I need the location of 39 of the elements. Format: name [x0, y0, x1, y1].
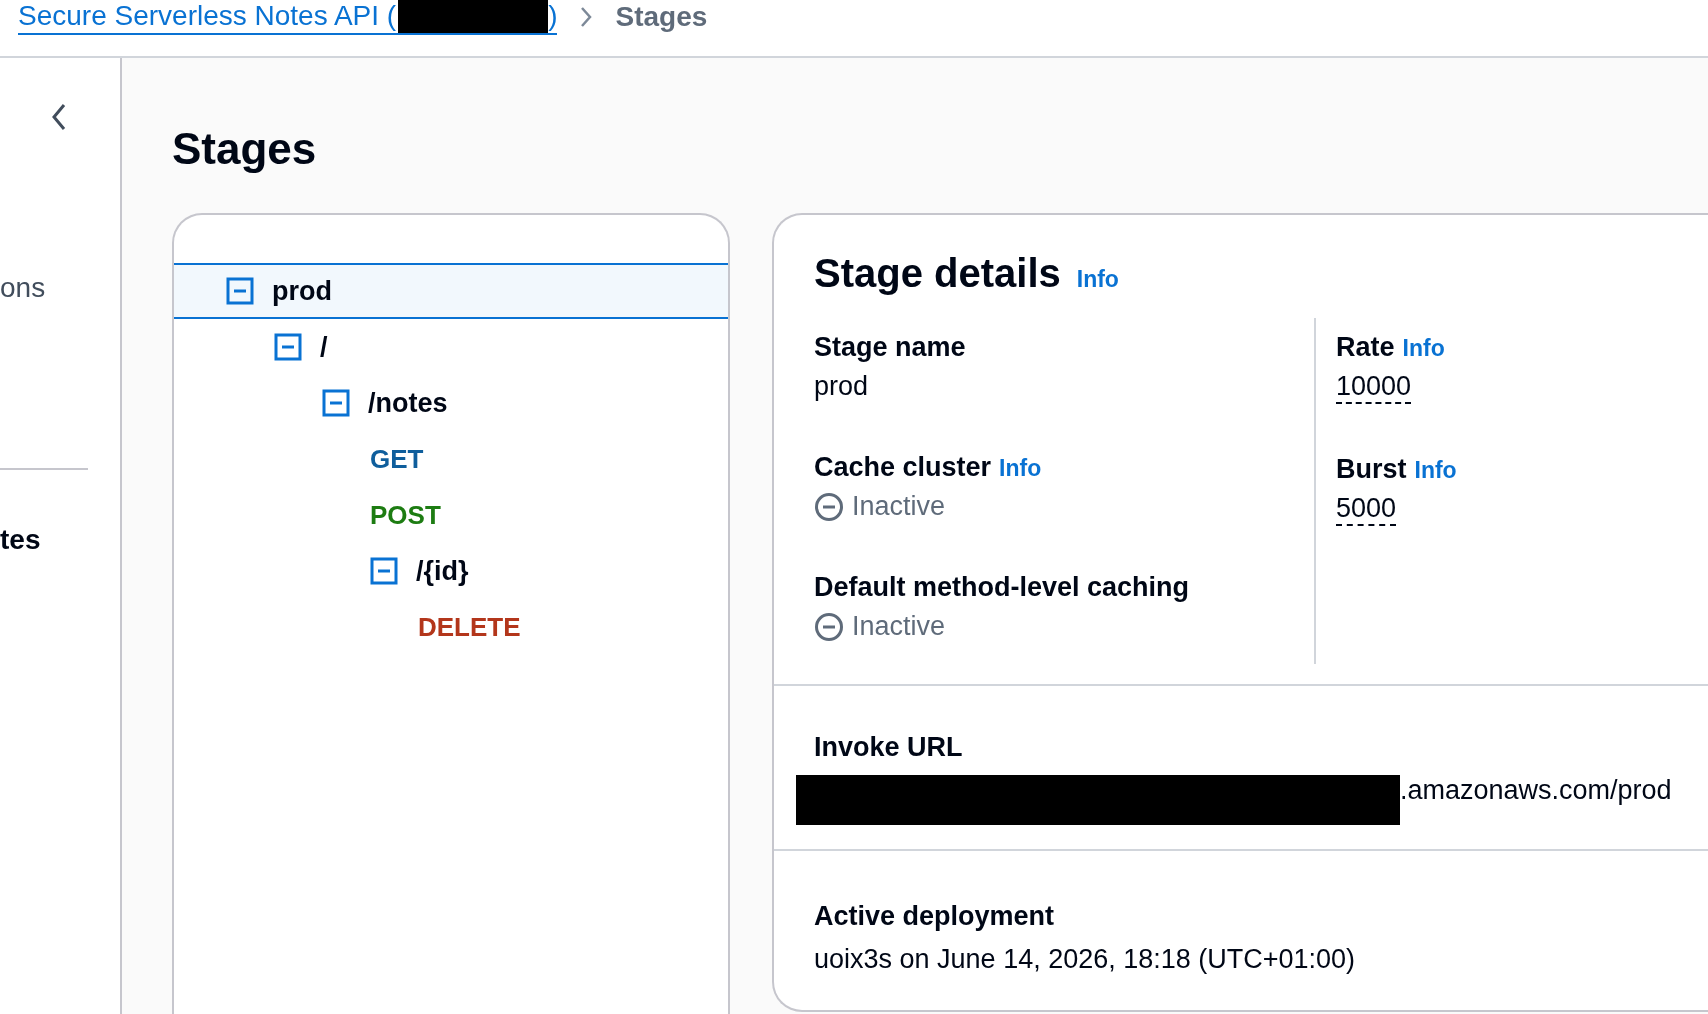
info-link[interactable]: Info — [1402, 335, 1445, 362]
status-text: Inactive — [852, 491, 946, 522]
collapse-icon[interactable] — [226, 277, 254, 305]
tree-item[interactable]: /notes — [174, 375, 728, 431]
collapse-icon[interactable] — [370, 557, 398, 585]
collapse-icon[interactable] — [322, 389, 350, 417]
page-title: Stages — [172, 124, 318, 174]
field-label: Active deployment — [814, 901, 1056, 932]
nav-item[interactable]: tes — [0, 524, 41, 556]
field-value: prod — [814, 371, 869, 402]
field-label: Burst — [1336, 454, 1407, 485]
chevron-right-icon — [579, 5, 594, 29]
field-value[interactable]: 5000 — [1336, 493, 1397, 526]
tree-item[interactable]: /{id} — [174, 543, 728, 599]
tree-item[interactable]: DELETE — [174, 599, 728, 655]
info-link[interactable]: Info — [999, 455, 1042, 482]
inactive-icon — [814, 611, 844, 642]
url-text: .amazonaws.com/prod — [1400, 775, 1672, 806]
info-link[interactable]: Info — [1414, 457, 1457, 484]
field-value: uoix3s on June 14, 2026, 18:18 (UTC+01:00) — [814, 944, 1356, 975]
inactive-icon — [814, 491, 844, 522]
field-label: Rate — [1336, 332, 1395, 363]
field-label: Invoke URL — [814, 732, 964, 763]
field-label: Default method-level caching — [814, 572, 1190, 603]
tree-item[interactable]: POST — [174, 487, 728, 543]
status-text: Inactive — [852, 611, 946, 642]
tree-item[interactable]: / — [174, 319, 728, 375]
field-label: Stage name — [814, 332, 966, 363]
nav-item[interactable]: ons — [0, 272, 46, 304]
collapse-icon[interactable] — [274, 333, 302, 361]
collapse-icon[interactable] — [50, 102, 68, 132]
tree-item[interactable]: prod — [174, 263, 728, 319]
field-value[interactable]: 10000 — [1336, 371, 1412, 404]
breadcrumb-current: Stages — [615, 1, 708, 33]
breadcrumb-link[interactable]: Secure Serverless Notes API ( ) — [18, 0, 558, 35]
field-label: Cache cluster — [814, 452, 992, 483]
tree-item[interactable]: GET — [174, 431, 728, 487]
info-link[interactable]: Info — [1076, 266, 1119, 293]
section-title: Stage details — [814, 251, 1061, 296]
